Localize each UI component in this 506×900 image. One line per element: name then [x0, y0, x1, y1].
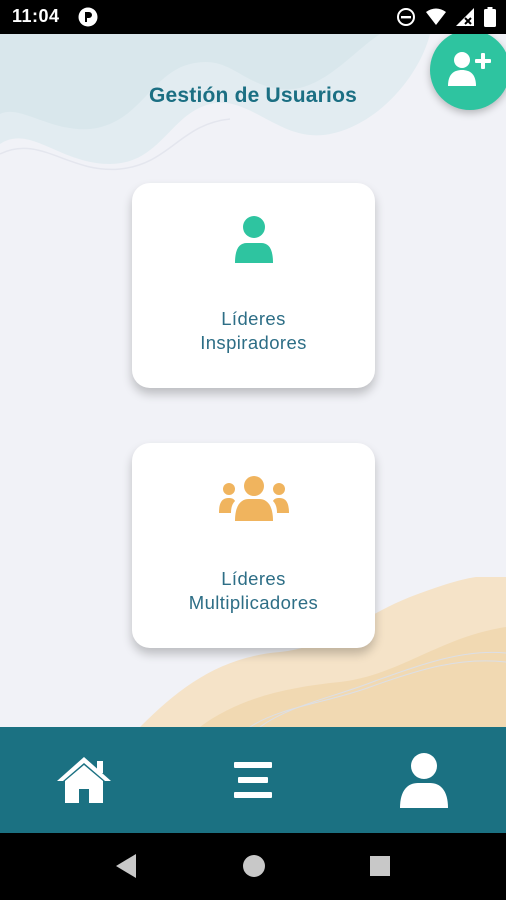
no-signal-icon	[456, 8, 474, 26]
card-label: Líderes Multiplicadores	[132, 567, 375, 615]
back-icon[interactable]	[114, 853, 138, 883]
status-icons	[396, 7, 496, 27]
add-user-icon	[448, 52, 491, 86]
wifi-icon	[426, 8, 446, 26]
bottom-nav	[0, 727, 506, 833]
recents-icon[interactable]	[369, 853, 391, 883]
nav-menu-button[interactable]	[193, 727, 313, 833]
page-title: Gestión de Usuarios	[148, 84, 358, 107]
card-lideres-multiplicadores[interactable]: Líderes Multiplicadores	[132, 443, 375, 648]
do-not-disturb-icon	[396, 7, 416, 27]
card-label-line2: Inspiradores	[200, 332, 307, 353]
profile-icon	[400, 753, 448, 808]
main-screen: Gestión de Usuarios Líderes Inspiradores	[0, 34, 506, 727]
android-nav-bar	[0, 833, 506, 900]
users-group-icon	[132, 475, 375, 523]
card-lideres-inspiradores[interactable]: Líderes Inspiradores	[132, 183, 375, 388]
status-time: 11:04	[12, 6, 60, 26]
user-icon	[132, 215, 375, 263]
home-circle-icon[interactable]	[242, 853, 266, 883]
home-icon	[57, 757, 111, 803]
nav-home-button[interactable]	[24, 727, 144, 833]
card-label-line2: Multiplicadores	[188, 592, 319, 613]
card-label: Líderes Inspiradores	[132, 307, 375, 355]
add-user-button[interactable]	[430, 34, 506, 110]
status-bar: 11:04	[0, 0, 506, 34]
nav-profile-button[interactable]	[364, 727, 484, 833]
app-notification-icon	[78, 7, 98, 27]
menu-icon	[234, 762, 272, 798]
battery-icon	[484, 7, 496, 27]
card-label-line1: Líderes	[221, 308, 286, 329]
card-label-line1: Líderes	[221, 568, 286, 589]
